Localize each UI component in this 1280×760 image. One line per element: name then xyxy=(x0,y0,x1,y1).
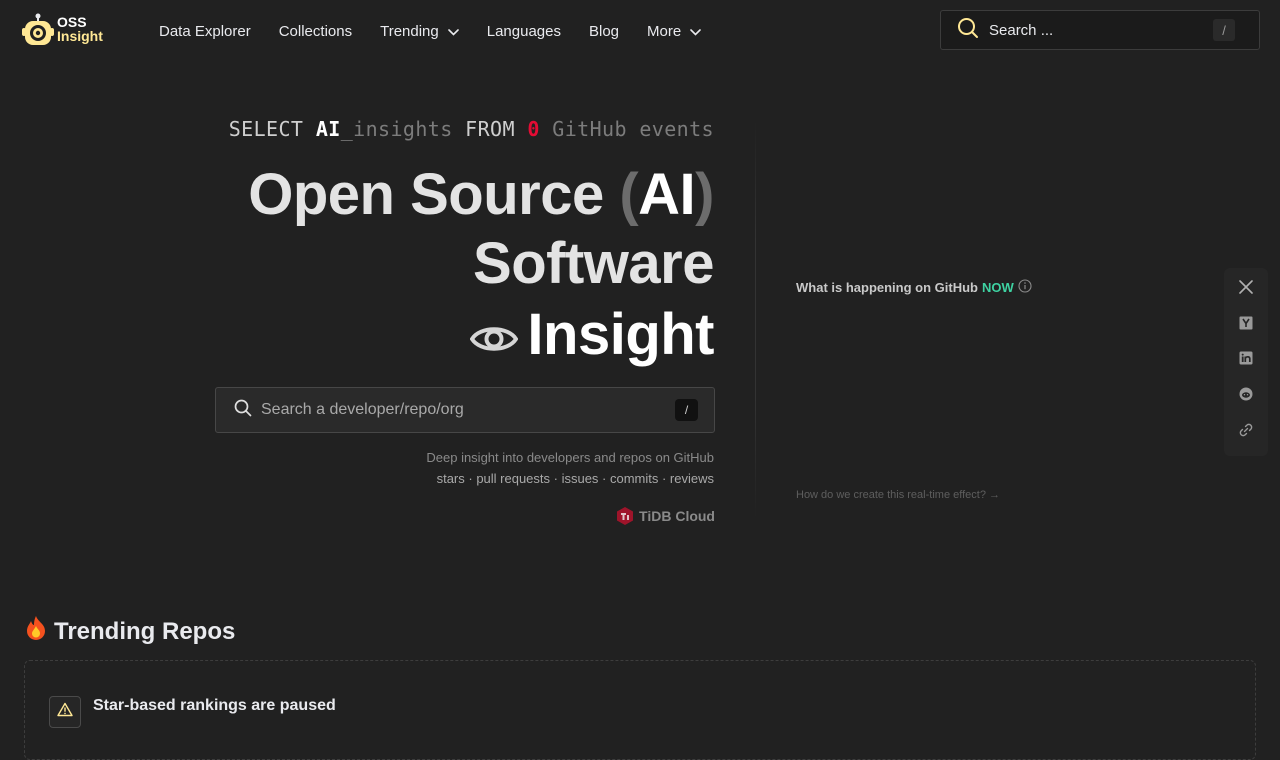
sql-insights-word: _insights xyxy=(340,117,453,141)
search-shortcut-key: / xyxy=(1213,19,1235,41)
sql-events-word: GitHub events xyxy=(552,117,714,141)
warning-icon-box xyxy=(49,696,81,728)
search-icon xyxy=(234,399,252,422)
nav-label: Data Explorer xyxy=(159,22,251,40)
nav-collections[interactable]: Collections xyxy=(279,23,352,40)
realtime-title-text: What is happening on GitHub xyxy=(796,280,978,295)
nav-data-explorer[interactable]: Data Explorer xyxy=(159,23,251,40)
hero-search-placeholder: Search a developer/repo/org xyxy=(261,401,464,418)
hero-title-ai: AI xyxy=(638,162,696,227)
oss-insight-logo[interactable]: OSS Insight xyxy=(22,12,103,46)
reddit-icon xyxy=(1239,387,1253,406)
logo-text: OSS Insight xyxy=(57,15,103,43)
hero-divider xyxy=(755,120,756,520)
trending-repos-heading: Trending Repos xyxy=(24,615,235,648)
hero-title-paren-close: ) xyxy=(695,162,714,227)
fire-icon xyxy=(24,615,48,648)
hero-search-input[interactable]: Search a developer/repo/org / xyxy=(215,387,715,433)
hero-description-line2: stars · pull requests · issues · commits… xyxy=(436,471,714,486)
nav-more-dropdown[interactable]: More xyxy=(647,22,702,40)
link-icon xyxy=(1239,423,1253,442)
x-icon xyxy=(1239,280,1253,299)
info-icon[interactable] xyxy=(1018,279,1032,296)
sql-select-keyword: SELECT xyxy=(228,117,304,141)
header-search-input[interactable]: Search ... / xyxy=(940,10,1260,50)
sql-ai-word: AI xyxy=(315,117,341,141)
ycombinator-icon xyxy=(1239,316,1253,335)
tidb-logo-icon xyxy=(617,507,634,525)
share-linkedin-button[interactable] xyxy=(1234,349,1258,373)
hero-title-paren-open: ( xyxy=(619,162,639,227)
search-icon xyxy=(957,17,979,44)
tidb-cloud-badge[interactable]: TiDB Cloud xyxy=(615,506,715,526)
rankings-paused-text: Star-based rankings are paused xyxy=(93,697,336,714)
robot-logo-icon xyxy=(22,13,54,45)
main-nav: Data Explorer Collections Trending Langu… xyxy=(159,20,729,42)
chevron-down-icon xyxy=(690,23,702,40)
nav-blog[interactable]: Blog xyxy=(589,23,619,40)
hero-title-line2: Software xyxy=(473,231,714,296)
realtime-now-badge: NOW xyxy=(981,280,1014,295)
search-shortcut-key: / xyxy=(675,399,698,421)
share-ycombinator-button[interactable] xyxy=(1234,314,1258,338)
nav-label: Trending xyxy=(380,22,439,40)
nav-label: More xyxy=(647,22,682,40)
event-counter: 0 xyxy=(527,117,540,141)
nav-label: Blog xyxy=(589,22,620,40)
share-x-button[interactable] xyxy=(1234,278,1258,302)
chevron-down-icon xyxy=(447,23,459,40)
linkedin-icon xyxy=(1239,351,1253,370)
copy-link-button[interactable] xyxy=(1234,420,1258,444)
hero-title-open-source: Open Source xyxy=(248,162,604,227)
nav-languages[interactable]: Languages xyxy=(487,23,561,40)
nav-trending-dropdown[interactable]: Trending xyxy=(380,23,459,40)
nav-label: Collections xyxy=(278,22,353,40)
nav-label: Languages xyxy=(486,22,561,40)
share-reddit-button[interactable] xyxy=(1234,385,1258,409)
rankings-paused-notice: Star-based rankings are paused xyxy=(49,696,336,728)
sql-from-keyword: FROM xyxy=(465,117,515,141)
hero-title-line1: Open Source (AI) xyxy=(248,160,714,229)
trending-repos-title: Trending Repos xyxy=(54,617,236,645)
realtime-title: What is happening on GitHub NOW xyxy=(796,279,1032,296)
realtime-explainer-link[interactable]: How do we create this real-time effect? … xyxy=(796,489,1000,501)
hero-title: Open Source (AI) Software Insight xyxy=(248,160,714,371)
warning-icon xyxy=(57,702,73,722)
search-placeholder: Search ... xyxy=(989,21,1054,39)
eye-icon xyxy=(470,302,519,371)
hero-title-insight: Insight xyxy=(527,302,714,367)
logo-text-line1: OSS xyxy=(57,14,87,30)
top-navbar: OSS Insight Data Explorer Collections Tr… xyxy=(0,0,1280,61)
sql-tagline: SELECT AI_insights FROM 0 GitHub events xyxy=(229,117,714,141)
tidb-cloud-label: TiDB Cloud xyxy=(639,508,715,524)
logo-text-line2: Insight xyxy=(57,28,103,44)
hero-title-line3: Insight xyxy=(248,298,714,371)
hero-description: Deep insight into developers and repos o… xyxy=(426,447,714,489)
social-share-bar xyxy=(1224,268,1268,456)
hero-description-line1: Deep insight into developers and repos o… xyxy=(426,450,714,465)
